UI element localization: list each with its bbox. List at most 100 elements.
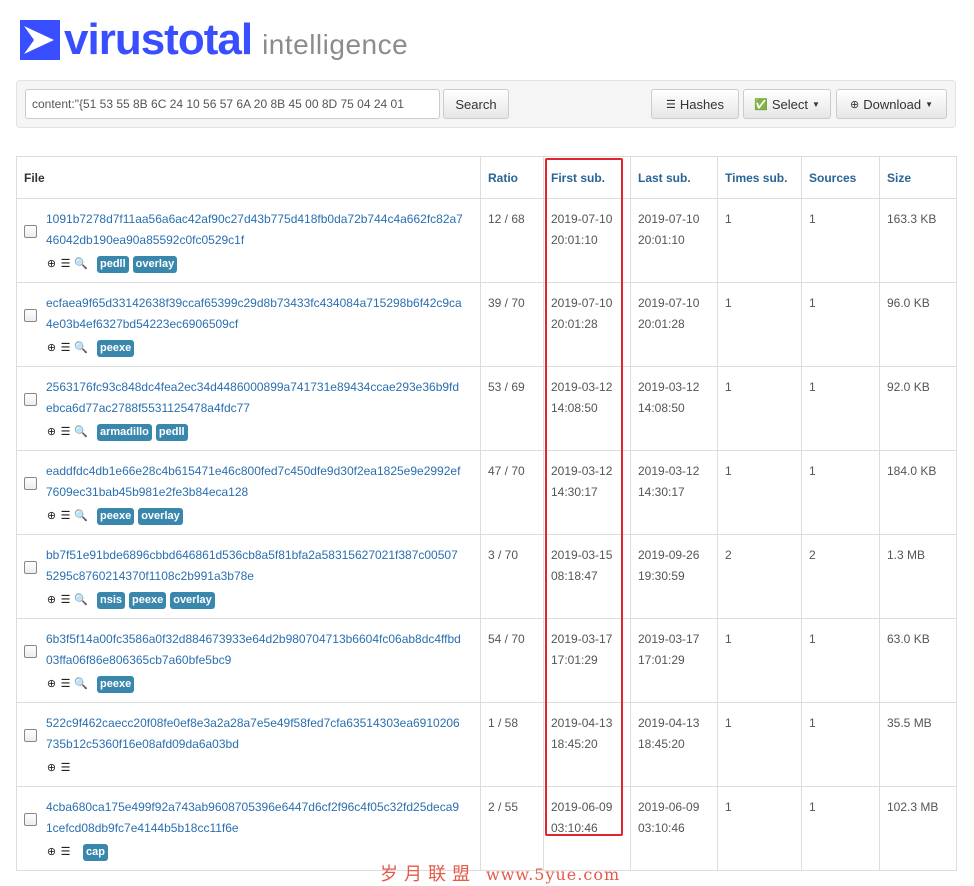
download-icon[interactable]: ⊕ [46,758,57,779]
list-icon[interactable]: ☰ [60,254,71,275]
header-times-sub[interactable]: Times sub. [717,156,802,199]
list-icon[interactable]: ☰ [60,674,71,695]
first-sub-date: 2019-03-12 [551,380,613,394]
file-tag[interactable]: peexe [97,339,135,357]
search-icon[interactable]: 🔍 [74,674,88,695]
header-ratio[interactable]: Ratio [480,156,544,199]
list-icon[interactable]: ☰ [60,422,71,443]
check-circle-icon: ✅ [754,98,768,111]
row-checkbox[interactable] [24,813,37,826]
ratio-cell: 2 / 55 [480,786,544,871]
file-hash-link[interactable]: 1091b7278d7f11aa56a6ac42af90c27d43b775d4… [46,209,464,251]
file-actions: ⊕ ☰ 🔍 peexe [46,675,464,693]
download-icon[interactable]: ⊕ [46,842,57,863]
row-checkbox[interactable] [24,729,37,742]
header-sources[interactable]: Sources [801,156,880,199]
first-sub-cell: 2019-03-12 14:30:17 [543,450,631,535]
first-sub-date: 2019-03-15 [551,548,613,562]
download-button[interactable]: ⊕ Download ▼ [836,89,947,119]
brand-logo[interactable]: virustotal intelligence [20,14,409,62]
file-tag[interactable]: pedll [155,423,188,441]
search-icon[interactable]: 🔍 [74,506,88,527]
row-checkbox[interactable] [24,393,37,406]
search-button[interactable]: Search [443,89,509,119]
header-last-sub[interactable]: Last sub. [630,156,718,199]
sources-cell: 1 [801,618,880,703]
table-row: 4cba680ca175e499f92a743ab9608705396e6447… [16,786,957,871]
header-first-sub[interactable]: First sub. [543,156,631,199]
last-sub-time: 19:30:59 [638,569,685,583]
search-icon[interactable]: 🔍 [74,254,88,275]
times-sub-cell: 2 [717,534,802,619]
times-sub-cell: 1 [717,786,802,871]
search-icon[interactable]: 🔍 [74,338,88,359]
file-hash-link[interactable]: ecfaea9f65d33142638f39ccaf65399c29d8b734… [46,293,464,335]
download-icon[interactable]: ⊕ [46,590,57,611]
table-row: eaddfdc4db1e66e28c4b615471e46c800fed7c45… [16,450,957,535]
download-icon[interactable]: ⊕ [46,422,57,443]
list-icon[interactable]: ☰ [60,842,71,863]
file-hash-link[interactable]: 6b3f5f14a00fc3586a0f32d884673933e64d2b98… [46,629,464,671]
list-icon[interactable]: ☰ [60,590,71,611]
hashes-button[interactable]: ☰ Hashes [651,89,739,119]
file-hash-link[interactable]: bb7f51e91bde6896cbbd646861d536cb8a5f81bf… [46,545,464,587]
list-icon[interactable]: ☰ [60,506,71,527]
search-input[interactable]: content:"{51 53 55 8B 6C 24 10 56 57 6A … [25,89,440,119]
first-sub-date: 2019-07-10 [551,212,613,226]
last-sub-cell: 2019-03-17 17:01:29 [630,618,718,703]
file-tag[interactable]: cap [83,843,108,861]
last-sub-date: 2019-04-13 [638,716,700,730]
file-cell: eaddfdc4db1e66e28c4b615471e46c800fed7c45… [16,450,481,535]
sources-cell: 2 [801,534,880,619]
size-cell: 102.3 MB [879,786,957,871]
header-file: File [16,156,481,199]
list-icon[interactable]: ☰ [60,758,71,779]
file-hash-link[interactable]: eaddfdc4db1e66e28c4b615471e46c800fed7c45… [46,461,464,503]
last-sub-date: 2019-03-17 [638,632,700,646]
file-tag[interactable]: peexe [129,591,167,609]
file-hash-link[interactable]: 522c9f462caecc20f08fe0ef8e3a2a28a7e5e49f… [46,713,464,755]
watermark: 岁月联盟 www.5yue.com [380,864,621,885]
file-tag[interactable]: overlay [132,255,178,273]
virustotal-logo-icon [20,20,60,60]
download-icon[interactable]: ⊕ [46,674,57,695]
file-tag[interactable]: armadillo [97,423,152,441]
brand-product: intelligence [262,29,409,60]
row-checkbox[interactable] [24,645,37,658]
last-sub-date: 2019-07-10 [638,212,700,226]
file-tag[interactable]: overlay [170,591,215,609]
file-cell: ecfaea9f65d33142638f39ccaf65399c29d8b734… [16,282,481,367]
list-icon[interactable]: ☰ [60,338,71,359]
download-icon[interactable]: ⊕ [46,506,57,527]
row-checkbox[interactable] [24,309,37,322]
search-toolbar: content:"{51 53 55 8B 6C 24 10 56 57 6A … [16,80,956,128]
search-icon[interactable]: 🔍 [74,590,88,611]
download-icon[interactable]: ⊕ [46,338,57,359]
sources-cell: 1 [801,450,880,535]
file-tag[interactable]: peexe [97,675,135,693]
file-hash-link[interactable]: 4cba680ca175e499f92a743ab9608705396e6447… [46,797,464,839]
row-checkbox[interactable] [24,477,37,490]
first-sub-time: 14:08:50 [551,401,598,415]
download-icon[interactable]: ⊕ [46,254,57,275]
sources-cell: 1 [801,702,880,787]
file-hash-link[interactable]: 2563176fc93c848dc4fea2ec34d4486000899a74… [46,377,464,419]
last-sub-time: 03:10:46 [638,821,685,835]
first-sub-cell: 2019-07-10 20:01:28 [543,282,631,367]
file-tag[interactable]: peexe [97,507,135,525]
file-actions: ⊕ ☰ 🔍 peexe overlay [46,507,464,525]
first-sub-time: 17:01:29 [551,653,598,667]
select-button[interactable]: ✅ Select ▼ [743,89,831,119]
table-row: 6b3f5f14a00fc3586a0f32d884673933e64d2b98… [16,618,957,703]
file-tag[interactable]: nsis [97,591,126,609]
header-size[interactable]: Size [879,156,957,199]
file-tag[interactable]: pedll [97,255,129,273]
first-sub-cell: 2019-04-13 18:45:20 [543,702,631,787]
row-checkbox[interactable] [24,225,37,238]
last-sub-time: 20:01:28 [638,317,685,331]
size-cell: 163.3 KB [879,198,957,283]
table-header-row: File Ratio First sub. Last sub. Times su… [16,156,957,199]
file-tag[interactable]: overlay [138,507,183,525]
row-checkbox[interactable] [24,561,37,574]
search-icon[interactable]: 🔍 [74,422,88,443]
